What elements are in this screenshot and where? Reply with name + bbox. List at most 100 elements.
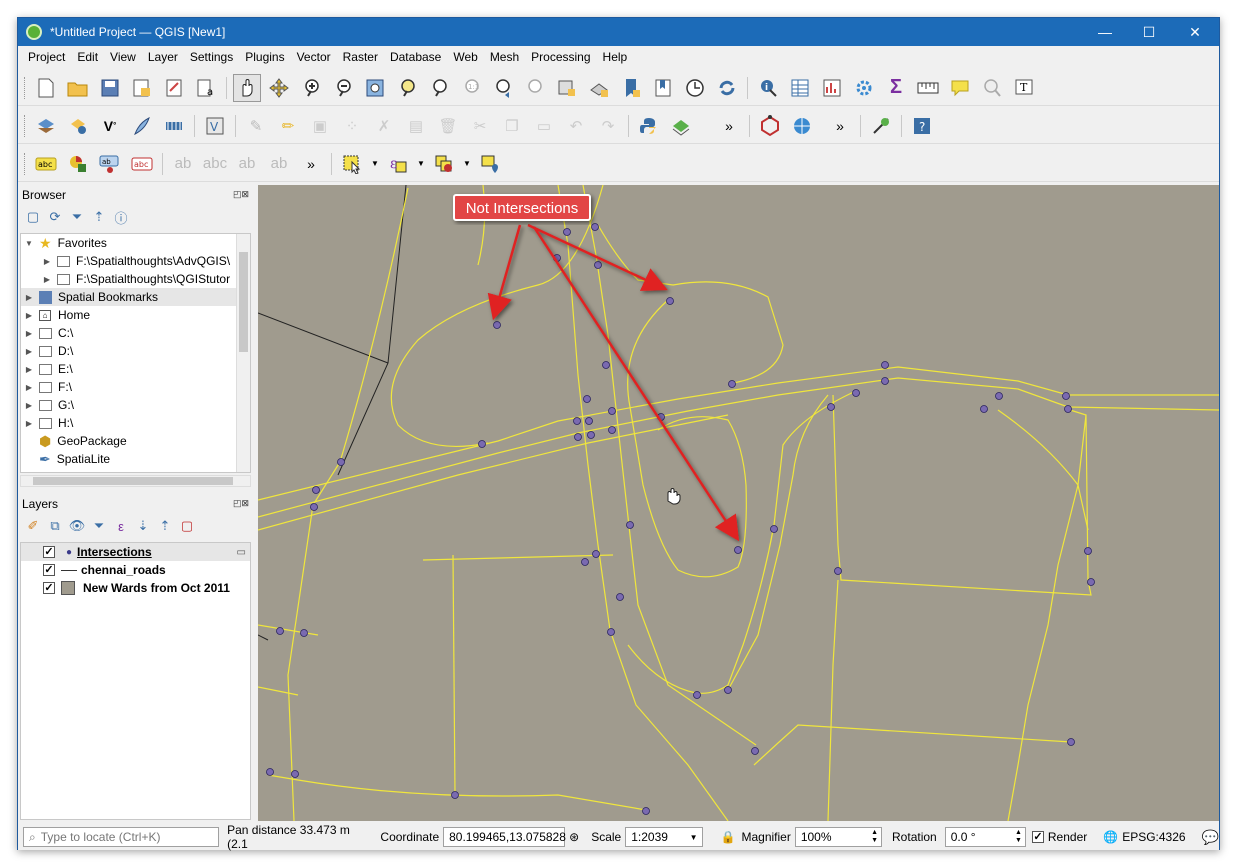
menu-help[interactable]: Help bbox=[597, 50, 634, 64]
layout-manager-icon[interactable]: a bbox=[192, 74, 220, 102]
intersection-point[interactable] bbox=[608, 407, 616, 415]
paste-features-icon[interactable]: ▭ bbox=[530, 112, 558, 140]
layer-visibility-checkbox[interactable]: ✓ bbox=[43, 546, 55, 558]
filter-by-expression-icon[interactable]: ε bbox=[110, 516, 132, 536]
extents-toggle-icon[interactable]: ⊛ bbox=[569, 830, 579, 844]
intersection-point[interactable] bbox=[834, 567, 842, 575]
toolbar-overflow-icon[interactable]: » bbox=[715, 112, 743, 140]
menu-settings[interactable]: Settings bbox=[184, 50, 239, 64]
zoom-next-icon[interactable] bbox=[521, 74, 549, 102]
intersection-point[interactable] bbox=[608, 426, 616, 434]
highlight-labels-icon[interactable]: abc bbox=[128, 150, 156, 178]
options-gear-icon[interactable] bbox=[850, 74, 878, 102]
save-project-icon[interactable] bbox=[96, 74, 124, 102]
messages-icon[interactable]: 💬 bbox=[1202, 829, 1219, 846]
measure-icon[interactable] bbox=[914, 74, 942, 102]
scrollbar-thumb[interactable] bbox=[239, 252, 248, 352]
zoom-selection-icon[interactable] bbox=[393, 74, 421, 102]
layer-row-new-wards[interactable]: ✓ New Wards from Oct 2011 bbox=[21, 579, 250, 597]
add-wms-icon[interactable] bbox=[160, 112, 188, 140]
spin-arrows-icon[interactable]: ▲ ▼ bbox=[871, 829, 878, 845]
intersection-point[interactable] bbox=[594, 261, 602, 269]
intersection-point[interactable] bbox=[1067, 738, 1075, 746]
intersection-point[interactable] bbox=[478, 440, 486, 448]
refresh-icon[interactable]: ⟳ bbox=[44, 207, 66, 227]
new-map-view-icon[interactable] bbox=[553, 74, 581, 102]
maximize-button[interactable]: ☐ bbox=[1126, 18, 1172, 46]
intersection-point[interactable] bbox=[607, 628, 615, 636]
cut-features-icon[interactable]: ✂ bbox=[466, 112, 494, 140]
minimize-button[interactable]: — bbox=[1082, 18, 1128, 46]
save-as-icon[interactable] bbox=[128, 74, 156, 102]
select-by-expression-icon[interactable]: ε bbox=[384, 150, 412, 178]
browser-item[interactable]: ▶ F:\ bbox=[21, 378, 250, 396]
collapse-all-icon[interactable]: ⇡ bbox=[88, 207, 110, 227]
pan-map-icon[interactable] bbox=[233, 73, 261, 102]
browser-item[interactable]: ▶ G:\ bbox=[21, 396, 250, 414]
filter-legend-icon[interactable]: ⏷ bbox=[88, 516, 110, 536]
zoom-in-icon[interactable] bbox=[297, 74, 325, 102]
temporal-controller-icon[interactable] bbox=[681, 74, 709, 102]
close-button[interactable]: ✕ bbox=[1172, 18, 1218, 46]
crs-label[interactable]: EPSG:4326 bbox=[1122, 830, 1185, 844]
intersection-point[interactable] bbox=[574, 433, 582, 441]
browser-item[interactable]: ▶ C:\ bbox=[21, 324, 250, 342]
menu-project[interactable]: Project bbox=[22, 50, 71, 64]
select-by-location-icon[interactable] bbox=[476, 150, 504, 178]
intersection-point[interactable] bbox=[493, 321, 501, 329]
browser-item[interactable]: ▶ F:\Spatialthoughts\QGIStutor bbox=[21, 270, 250, 288]
attribute-table-icon[interactable] bbox=[786, 74, 814, 102]
select-features-icon[interactable] bbox=[338, 150, 366, 178]
intersection-point[interactable] bbox=[591, 223, 599, 231]
menu-edit[interactable]: Edit bbox=[71, 50, 104, 64]
virtual-layer-icon[interactable]: V bbox=[201, 112, 229, 140]
save-edits-icon[interactable]: ▣ bbox=[306, 112, 334, 140]
new-project-icon[interactable] bbox=[32, 74, 60, 102]
intersection-point[interactable] bbox=[300, 629, 308, 637]
rotate-label-icon[interactable]: ab bbox=[233, 150, 261, 178]
layer-row-intersections[interactable]: ✓ ● Intersections ▭ bbox=[21, 543, 250, 561]
zoom-full-icon[interactable] bbox=[361, 74, 389, 102]
zoom-out-icon[interactable] bbox=[329, 74, 357, 102]
collapse-all-icon[interactable]: ⇡ bbox=[154, 516, 176, 536]
collapsed-arrow-icon[interactable]: ▶ bbox=[23, 401, 35, 410]
collapsed-arrow-icon[interactable]: ▶ bbox=[23, 347, 35, 356]
manage-visibility-icon[interactable]: 👁 bbox=[66, 516, 88, 536]
data-source-manager-icon[interactable] bbox=[32, 112, 60, 140]
expanded-arrow-icon[interactable]: ▼ bbox=[23, 239, 35, 248]
intersection-point[interactable] bbox=[291, 770, 299, 778]
dropdown-arrow-icon[interactable]: ▼ bbox=[416, 150, 426, 178]
crs-globe-icon[interactable]: 🌐 bbox=[1103, 830, 1118, 844]
menu-raster[interactable]: Raster bbox=[337, 50, 384, 64]
panel-float-close-icon[interactable]: ◰⊠ bbox=[233, 498, 249, 509]
pin-labels-icon[interactable]: ab bbox=[96, 150, 124, 178]
add-group-icon[interactable]: ⧉ bbox=[44, 516, 66, 536]
toolbar-overflow-icon[interactable]: » bbox=[826, 112, 854, 140]
lock-scale-icon[interactable]: 🔒 bbox=[721, 830, 736, 844]
intersection-point[interactable] bbox=[693, 691, 701, 699]
layer-diagram-icon[interactable] bbox=[64, 150, 92, 178]
pan-to-selection-icon[interactable] bbox=[265, 74, 293, 102]
menu-view[interactable]: View bbox=[104, 50, 142, 64]
layer-visibility-checkbox[interactable]: ✓ bbox=[43, 564, 55, 576]
intersection-point[interactable] bbox=[852, 389, 860, 397]
georeferencer-icon[interactable] bbox=[867, 112, 895, 140]
browser-item[interactable]: ▶ Spatial Bookmarks bbox=[21, 288, 250, 306]
collapsed-arrow-icon[interactable]: ▶ bbox=[41, 257, 53, 266]
vertex-tool-icon[interactable]: ✗ bbox=[370, 112, 398, 140]
magnifier-spinbox[interactable]: 100% ▲ ▼ bbox=[794, 827, 883, 847]
browser-item[interactable]: ▶ E:\ bbox=[21, 360, 250, 378]
expand-all-icon[interactable]: ⇣ bbox=[132, 516, 154, 536]
menu-plugins[interactable]: Plugins bbox=[239, 50, 290, 64]
map-canvas[interactable]: Not Intersections bbox=[258, 185, 1219, 821]
panel-float-close-icon[interactable]: ◰⊠ bbox=[233, 189, 249, 200]
toggle-editing-icon[interactable]: ✏ bbox=[274, 112, 302, 140]
topology-checker-icon[interactable] bbox=[756, 112, 784, 140]
globe-plugin-icon[interactable] bbox=[788, 112, 816, 140]
intersection-point[interactable] bbox=[666, 297, 674, 305]
add-feature-icon[interactable]: ⁘ bbox=[338, 112, 366, 140]
map-svg[interactable]: Not Intersections bbox=[258, 185, 1219, 821]
zoom-last-icon[interactable] bbox=[489, 74, 517, 102]
style-panel-icon[interactable]: ✐ bbox=[22, 516, 44, 536]
intersection-point[interactable] bbox=[337, 458, 345, 466]
